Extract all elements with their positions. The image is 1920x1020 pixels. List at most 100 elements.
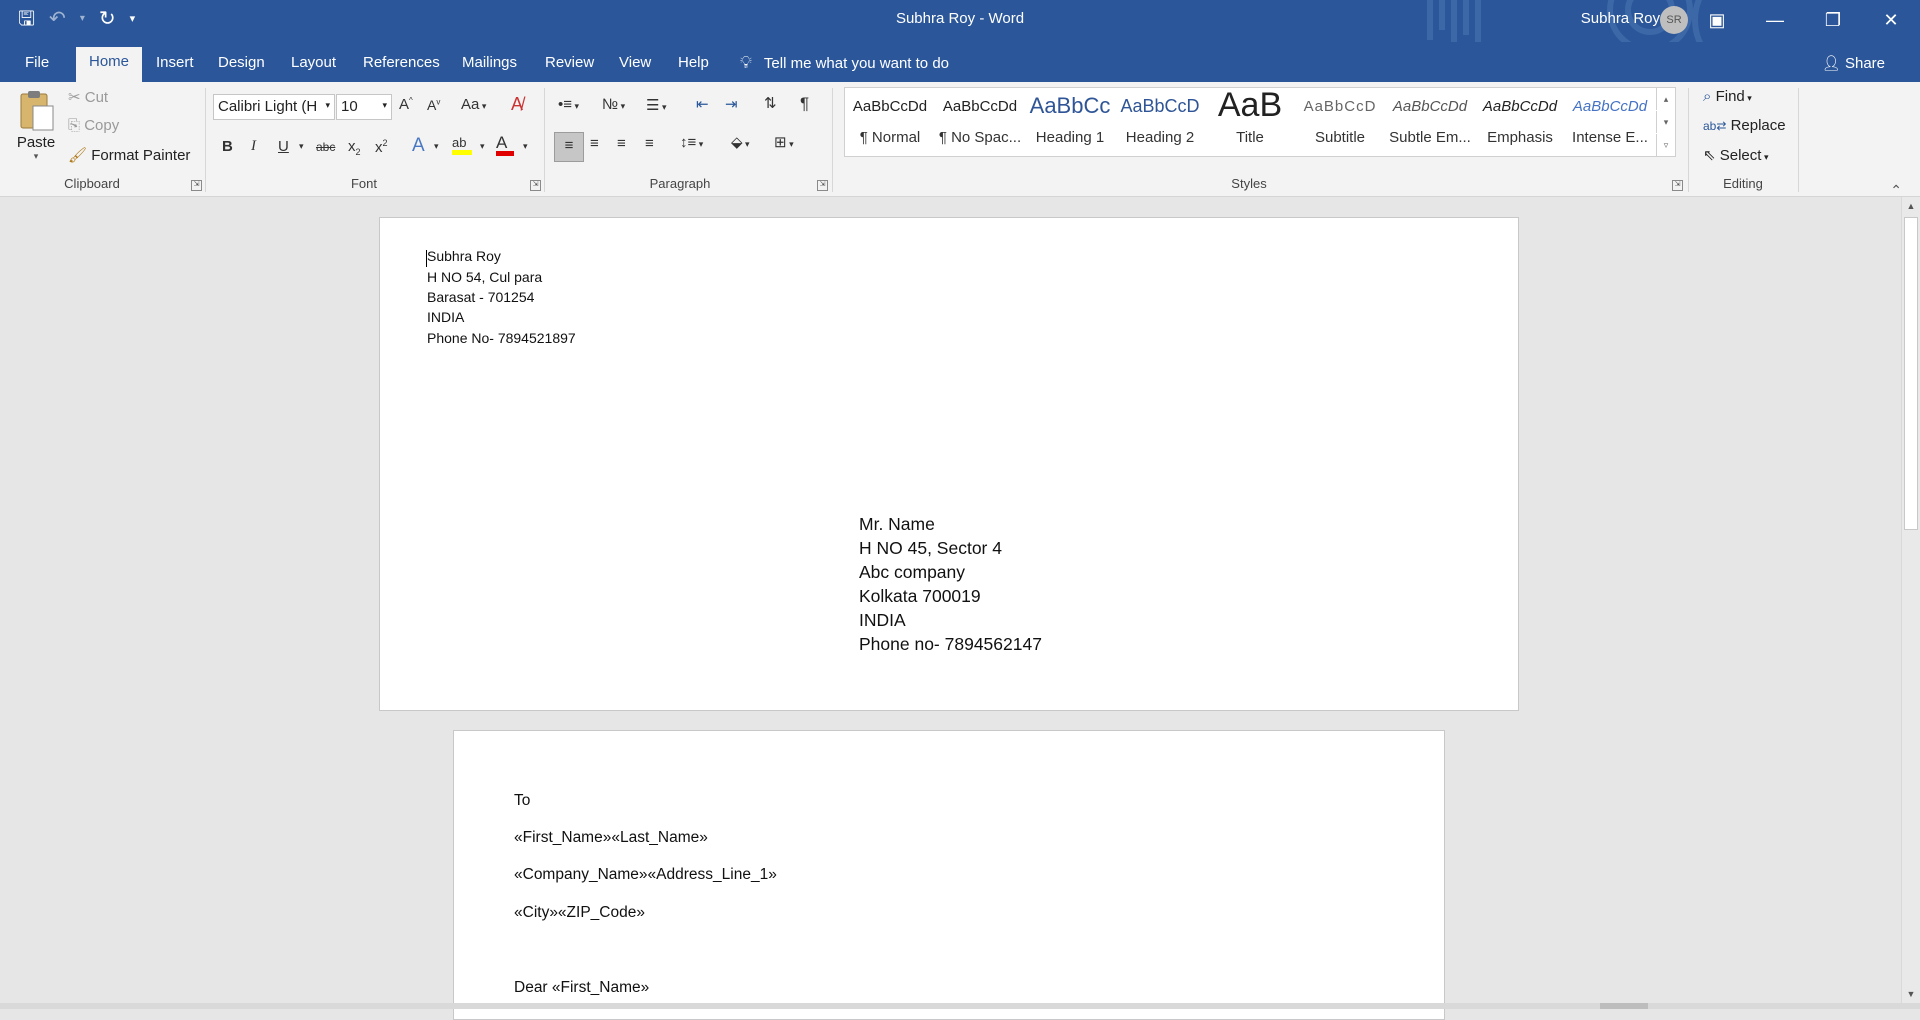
font-group-label: Font	[350, 176, 377, 191]
close-icon[interactable]: ✕	[1862, 0, 1920, 42]
tab-home[interactable]: Home	[76, 47, 143, 82]
bullets-icon[interactable]: •≡ ▾	[558, 96, 579, 113]
style-subtitle[interactable]: AaBbCcD Subtitle	[1295, 88, 1385, 156]
styles-group-label: Styles	[1231, 176, 1267, 191]
paste-button[interactable]: Paste ▾	[14, 88, 58, 162]
strikethrough-icon[interactable]: abc	[316, 140, 335, 154]
align-center-icon[interactable]: ≡	[590, 135, 599, 152]
tab-review[interactable]: Review	[545, 54, 594, 71]
recipient-line: Kolkata 700019	[859, 586, 981, 606]
tab-references[interactable]: References	[363, 54, 440, 71]
font-name-dropdown-icon[interactable]: ▾	[325, 100, 330, 111]
font-launcher-icon[interactable]: ⇲	[530, 180, 541, 191]
style-heading-1[interactable]: AaBbCc Heading 1	[1025, 88, 1115, 156]
replace-button[interactable]: ab⇄ Replace	[1703, 117, 1786, 134]
copy-button[interactable]: ⎘ Copy	[68, 117, 119, 134]
replace-label: Replace	[1730, 117, 1786, 134]
paste-label: Paste	[16, 134, 56, 151]
line-spacing-icon[interactable]: ↕≡ ▾	[680, 134, 703, 151]
align-left-icon[interactable]: ≡	[554, 132, 584, 162]
share-button[interactable]: 👤︎ Share	[1822, 54, 1885, 72]
text-effects-dropdown-icon[interactable]: ▾	[434, 141, 439, 152]
bold-icon[interactable]: B	[222, 138, 233, 155]
document-page-2[interactable]: To «First_Name»«Last_Name» «Company_Name…	[453, 730, 1445, 1020]
style-label: Intense E...	[1572, 129, 1648, 146]
sort-icon[interactable]: ⇅	[764, 94, 777, 112]
decrease-indent-icon[interactable]: ⇤	[696, 95, 709, 113]
style-intense-emphasis[interactable]: AaBbCcDd Intense E...	[1565, 88, 1655, 156]
style-heading-2[interactable]: AaBbCcD Heading 2	[1115, 88, 1205, 156]
styles-more-icon[interactable]: ▿	[1656, 134, 1675, 156]
underline-icon[interactable]: U	[278, 138, 289, 155]
document-page-1[interactable]: Subhra Roy H NO 54, Cul para Barasat - 7…	[379, 217, 1519, 711]
change-case-button[interactable]: Aa ▾	[461, 96, 486, 113]
horizontal-scroll-thumb[interactable]	[1600, 1003, 1648, 1009]
styles-scroll-up-icon[interactable]: ▴	[1656, 88, 1675, 110]
tab-mailings[interactable]: Mailings	[462, 54, 517, 71]
find-button[interactable]: ⌕ Find ▾	[1703, 88, 1752, 105]
subscript-icon[interactable]: x2	[348, 138, 361, 157]
format-painter-button[interactable]: 🖌︎ Format Painter	[68, 146, 190, 164]
superscript-icon[interactable]: x2	[375, 138, 388, 156]
tell-me-search[interactable]: 💡︎ Tell me what you want to do	[740, 53, 949, 73]
align-right-icon[interactable]: ≡	[617, 135, 626, 152]
grow-font-icon[interactable]: A^	[399, 96, 413, 113]
vertical-scrollbar[interactable]: ▲ ▼	[1901, 197, 1920, 1003]
tab-layout[interactable]: Layout	[291, 54, 336, 71]
styles-gallery: AaBbCcDd ¶ Normal AaBbCcDd ¶ No Spac... …	[844, 86, 1676, 157]
paragraph-launcher-icon[interactable]: ⇲	[817, 180, 828, 191]
highlight-icon[interactable]: ab	[452, 134, 472, 155]
tab-design[interactable]: Design	[218, 54, 265, 71]
style-no-spacing[interactable]: AaBbCcDd ¶ No Spac...	[935, 88, 1025, 156]
shading-icon[interactable]: ⬙ ▾	[731, 133, 750, 151]
style-preview: AaBbCcD	[1303, 98, 1377, 115]
style-label: Title	[1236, 129, 1264, 146]
font-name-box[interactable]: Calibri Light (H ▾	[213, 94, 335, 120]
horizontal-scrollbar[interactable]	[0, 1003, 1920, 1009]
multilevel-list-icon[interactable]: ☰ ▾	[646, 96, 666, 114]
style-title[interactable]: AaB Title	[1205, 86, 1295, 156]
style-subtle-emphasis[interactable]: AaBbCcDd Subtle Em...	[1385, 88, 1475, 156]
tab-help[interactable]: Help	[678, 54, 709, 71]
scroll-down-icon[interactable]: ▼	[1902, 985, 1920, 1003]
italic-icon[interactable]: I	[251, 138, 256, 155]
styles-launcher-icon[interactable]: ⇲	[1672, 180, 1683, 191]
shrink-font-icon[interactable]: Av	[427, 97, 440, 113]
paste-dropdown-icon[interactable]: ▾	[14, 151, 58, 162]
underline-dropdown-icon[interactable]: ▾	[299, 141, 304, 152]
avatar[interactable]: SR	[1660, 6, 1688, 34]
tab-file[interactable]: File	[25, 54, 49, 71]
tab-view[interactable]: View	[619, 54, 651, 71]
increase-indent-icon[interactable]: ⇥	[725, 95, 738, 113]
style-emphasis[interactable]: AaBbCcDd Emphasis	[1475, 88, 1565, 156]
paragraph-group-label: Paragraph	[649, 176, 711, 191]
cut-button[interactable]: ✂ Cut	[68, 88, 108, 106]
justify-icon[interactable]: ≡	[645, 135, 654, 152]
restore-icon[interactable]: ❐	[1804, 0, 1862, 42]
select-button[interactable]: ⇖ Select ▾	[1703, 146, 1768, 164]
ribbon-display-options-icon[interactable]: ▣	[1688, 0, 1746, 42]
numbering-icon[interactable]: № ▾	[602, 96, 625, 113]
style-preview: AaBbCcD	[1120, 96, 1200, 116]
clear-formatting-icon[interactable]: A̸	[511, 94, 523, 115]
tab-insert[interactable]: Insert	[156, 54, 194, 71]
font-size-box[interactable]: 10 ▾	[336, 94, 392, 120]
styles-scroll-down-icon[interactable]: ▾	[1656, 111, 1675, 133]
group-divider	[205, 88, 206, 192]
show-formatting-marks-icon[interactable]: ¶	[800, 94, 809, 114]
minimize-icon[interactable]: —	[1746, 0, 1804, 42]
borders-icon[interactable]: ⊞ ▾	[774, 133, 794, 151]
font-color-dropdown-icon[interactable]: ▾	[523, 141, 528, 152]
merge-greeting: Dear «First_Name»	[514, 979, 650, 996]
scroll-thumb[interactable]	[1904, 217, 1918, 530]
scissors-icon: ✂	[68, 89, 81, 106]
font-size-dropdown-icon[interactable]: ▾	[382, 100, 387, 111]
style-label: Heading 2	[1125, 129, 1195, 146]
highlight-dropdown-icon[interactable]: ▾	[480, 141, 485, 152]
style-normal[interactable]: AaBbCcDd ¶ Normal	[845, 88, 935, 156]
scroll-up-icon[interactable]: ▲	[1902, 197, 1920, 215]
clipboard-launcher-icon[interactable]: ⇲	[191, 180, 202, 191]
text-effects-icon[interactable]: A	[412, 135, 425, 157]
user-name[interactable]: Subhra Roy	[1581, 10, 1660, 27]
font-color-icon[interactable]: A	[496, 133, 514, 156]
